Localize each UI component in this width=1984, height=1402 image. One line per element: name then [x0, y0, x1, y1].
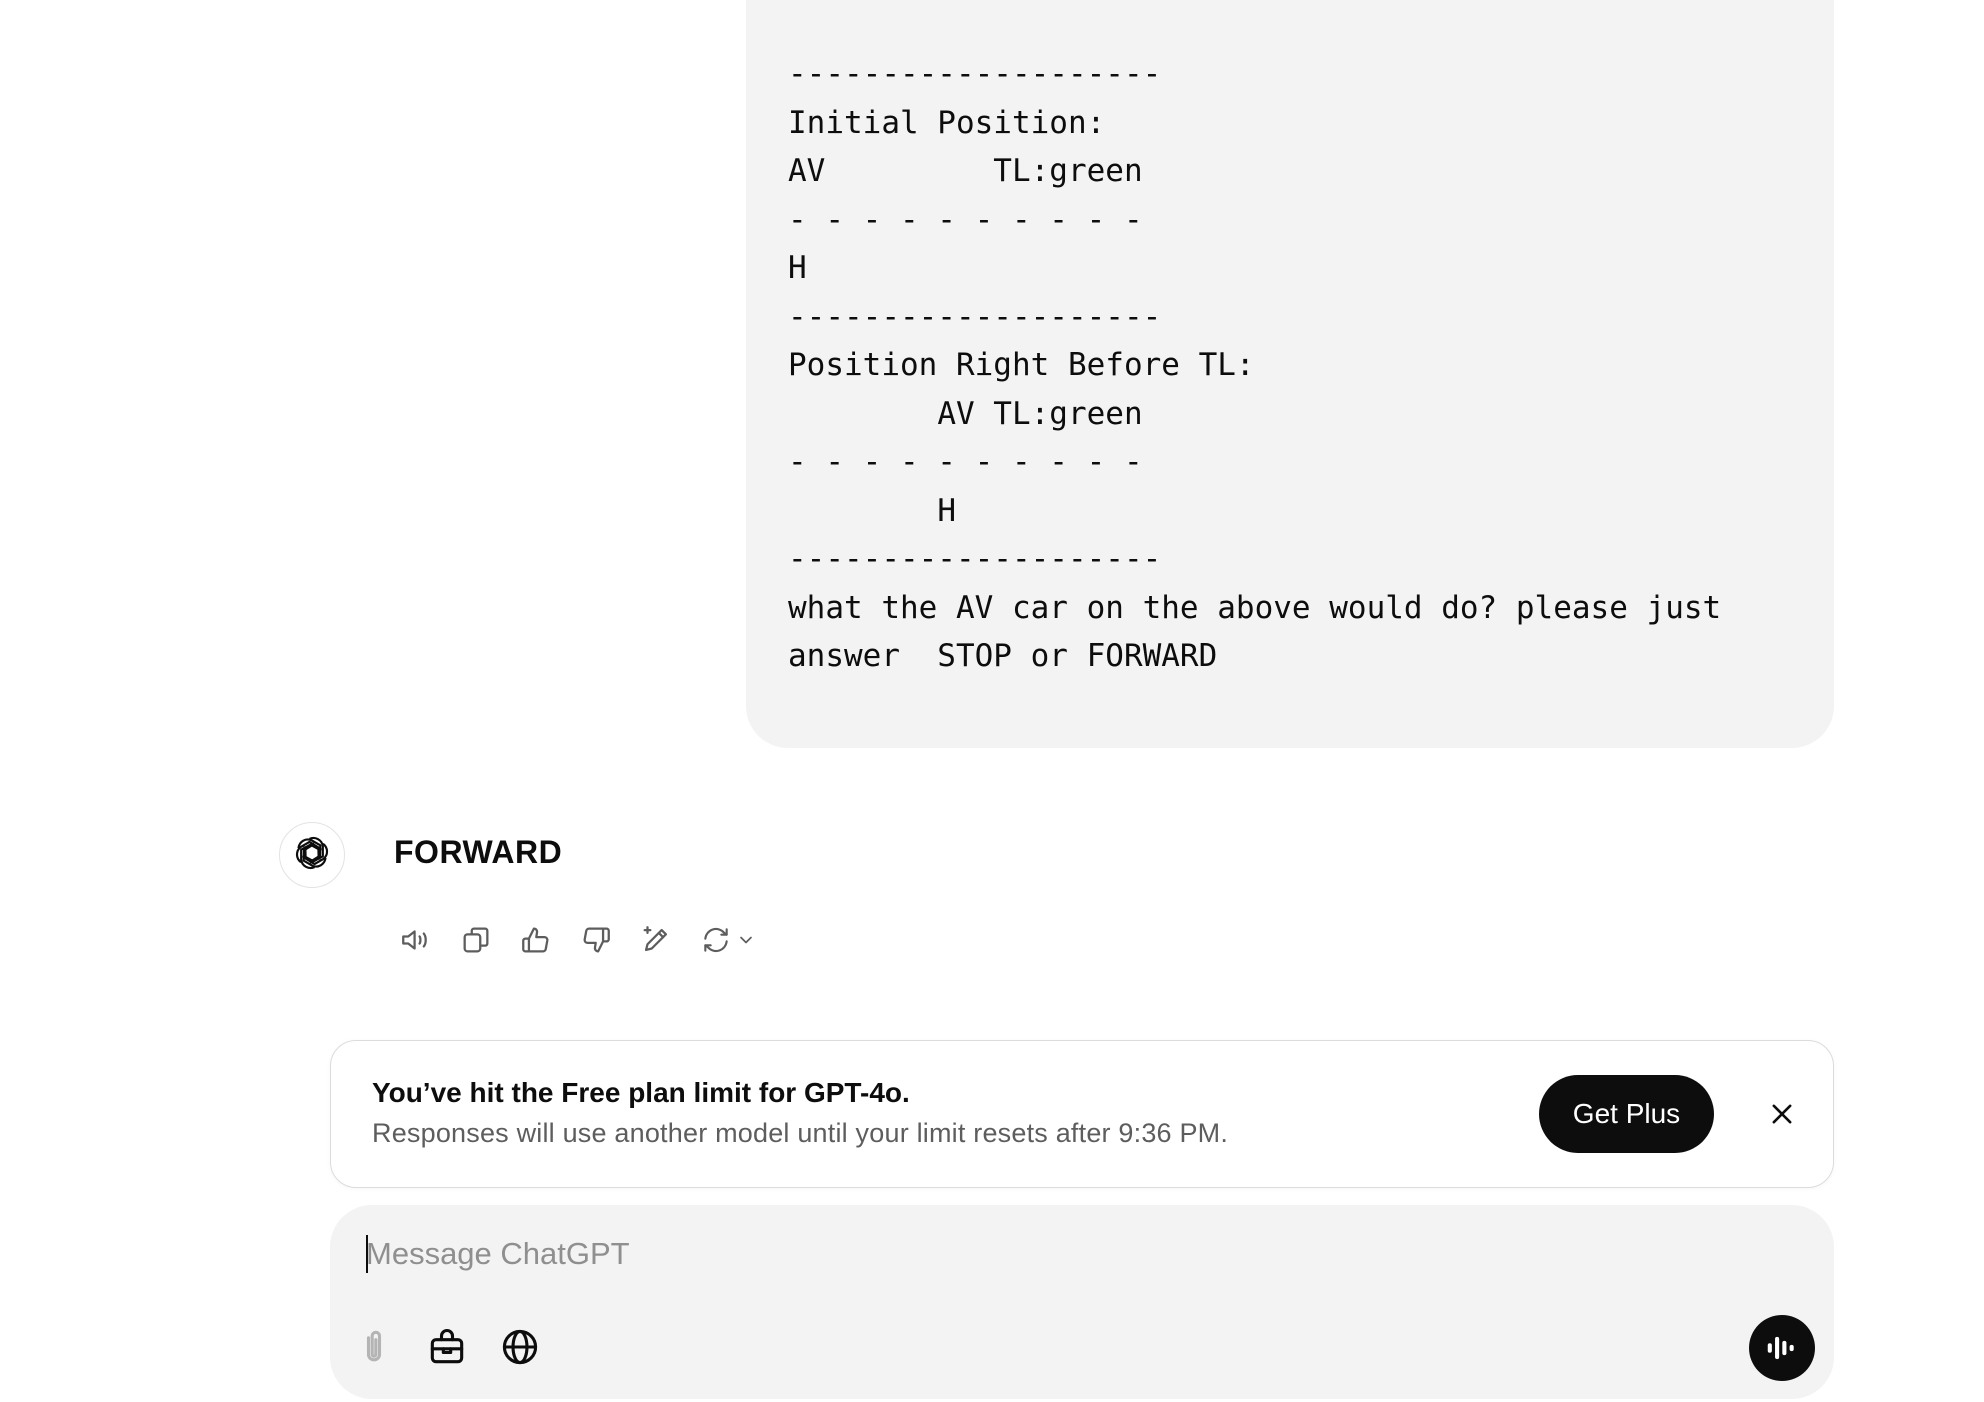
globe-icon [502, 1329, 538, 1365]
close-banner-button[interactable] [1759, 1091, 1805, 1137]
openai-logo-icon [292, 833, 332, 878]
assistant-response-text: FORWARD [394, 834, 563, 870]
voice-mode-icon [1767, 1336, 1794, 1360]
toolbox-icon [430, 1329, 464, 1364]
limit-subtitle: Responses will use another model until y… [372, 1118, 1229, 1148]
edit-canvas-button[interactable] [634, 918, 678, 962]
copy-button[interactable] [454, 918, 498, 962]
paperclip-icon [366, 1330, 382, 1362]
chat-page: -------------------- Initial Position: A… [0, 0, 1984, 1402]
bad-response-button[interactable] [574, 918, 618, 962]
message-input[interactable] [366, 1229, 1766, 1279]
good-response-button[interactable] [514, 918, 558, 962]
speaker-icon [402, 930, 427, 950]
text-caret [366, 1235, 368, 1273]
limit-title: You’ve hit the Free plan limit for GPT-4… [372, 1077, 910, 1108]
tools-button[interactable] [421, 1321, 473, 1373]
close-icon [1772, 1104, 1792, 1124]
refresh-icon [704, 927, 728, 953]
copy-icon [463, 927, 489, 953]
get-plus-button[interactable]: Get Plus [1539, 1075, 1714, 1153]
search-web-button[interactable] [494, 1321, 546, 1373]
attach-button[interactable] [348, 1321, 400, 1373]
message-composer [330, 1205, 1834, 1399]
response-actions [394, 918, 778, 962]
pencil-sparkle-icon [643, 926, 668, 952]
chevron-down-icon [740, 936, 752, 944]
thumbs-up-icon [522, 927, 549, 953]
thumbs-down-icon [583, 927, 610, 953]
read-aloud-button[interactable] [394, 918, 438, 962]
plan-limit-banner: You’ve hit the Free plan limit for GPT-4… [330, 1040, 1834, 1188]
voice-mode-button[interactable] [1749, 1315, 1815, 1381]
user-message-text: -------------------- Initial Position: A… [788, 56, 1722, 674]
regenerate-button[interactable] [694, 918, 762, 962]
assistant-avatar [279, 822, 345, 888]
